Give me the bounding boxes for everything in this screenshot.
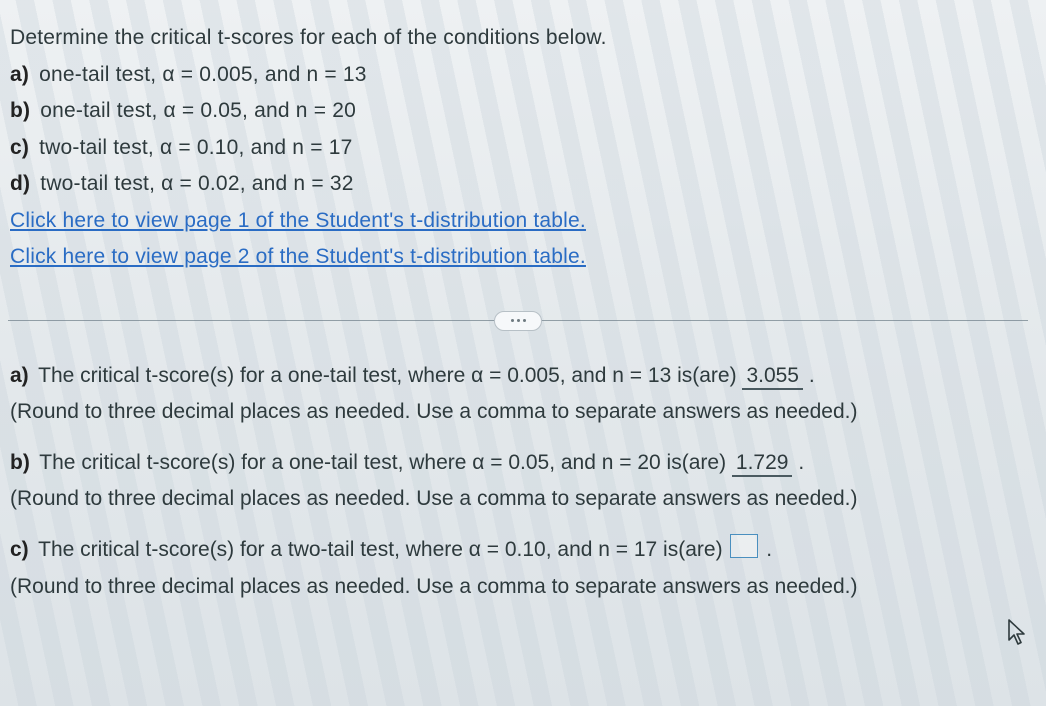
question-prompt: Determine the critical t-scores for each… (10, 22, 1028, 55)
t-table-page1-link[interactable]: Click here to view page 1 of the Student… (10, 209, 586, 232)
answer-c-label: c) (10, 538, 29, 561)
part-c-text: two-tail test, α = 0.10, and n = 17 (39, 136, 352, 159)
answer-b-hint: (Round to three decimal places as needed… (10, 483, 1028, 516)
answer-c: c) The critical t-score(s) for a two-tai… (10, 534, 1028, 567)
part-a-label: a) (10, 63, 29, 86)
part-d-text: two-tail test, α = 0.02, and n = 32 (40, 172, 353, 195)
answer-b-trail: . (798, 451, 804, 474)
part-c-label: c) (10, 136, 29, 159)
answer-a-value[interactable]: 3.055 (742, 364, 803, 390)
part-c: c) two-tail test, α = 0.10, and n = 17 (10, 132, 1028, 165)
answer-a-trail: . (809, 364, 815, 387)
answer-b-value[interactable]: 1.729 (732, 451, 793, 477)
answer-c-hint: (Round to three decimal places as needed… (10, 571, 1028, 604)
part-b-text: one-tail test, α = 0.05, and n = 20 (40, 99, 356, 122)
question-sheet: Determine the critical t-scores for each… (0, 0, 1046, 706)
answer-a-label: a) (10, 364, 29, 387)
cursor-arrow-icon (1006, 618, 1028, 646)
part-a: a) one-tail test, α = 0.005, and n = 13 (10, 59, 1028, 92)
answer-c-lead: The critical t-score(s) for a two-tail t… (38, 538, 728, 561)
link-row-1: Click here to view page 1 of the Student… (10, 205, 1028, 238)
part-b-label: b) (10, 99, 30, 122)
answers-block: a) The critical t-score(s) for a one-tai… (8, 360, 1028, 603)
answer-c-trail: . (766, 538, 772, 561)
question-block: Determine the critical t-scores for each… (8, 12, 1028, 274)
answer-b-lead: The critical t-score(s) for a one-tail t… (39, 451, 732, 474)
part-a-text: one-tail test, α = 0.005, and n = 13 (39, 63, 367, 86)
section-divider (8, 302, 1028, 342)
part-d: d) two-tail test, α = 0.02, and n = 32 (10, 168, 1028, 201)
link-row-2: Click here to view page 2 of the Student… (10, 241, 1028, 274)
answer-c-input[interactable] (730, 534, 758, 558)
answer-a: a) The critical t-score(s) for a one-tai… (10, 360, 1028, 393)
expand-dots-button[interactable] (494, 311, 542, 331)
answer-a-lead: The critical t-score(s) for a one-tail t… (38, 364, 742, 387)
answer-b-label: b) (10, 451, 30, 474)
t-table-page2-link[interactable]: Click here to view page 2 of the Student… (10, 245, 586, 268)
part-d-label: d) (10, 172, 30, 195)
part-b: b) one-tail test, α = 0.05, and n = 20 (10, 95, 1028, 128)
answer-b: b) The critical t-score(s) for a one-tai… (10, 447, 1028, 480)
answer-a-hint: (Round to three decimal places as needed… (10, 396, 1028, 429)
